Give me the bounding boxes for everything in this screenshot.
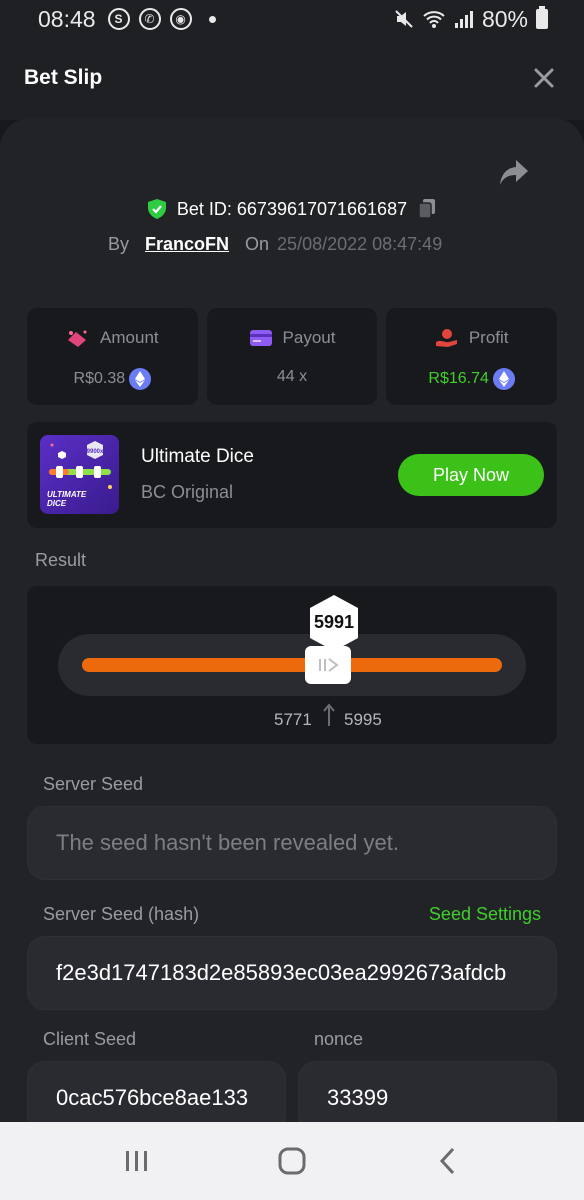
status-time: 08:48 xyxy=(38,5,96,32)
client-seed-field[interactable]: 0cac576bce8ae133 xyxy=(27,1061,286,1122)
copy-icon[interactable] xyxy=(417,198,437,220)
eth-icon xyxy=(492,368,515,390)
result-value: 5991 xyxy=(313,612,355,632)
home-icon xyxy=(278,1147,306,1175)
handle-grip-icon xyxy=(319,658,339,672)
profit-value: R$16.74 xyxy=(428,370,489,387)
share-icon[interactable] xyxy=(498,158,530,188)
server-hash-field[interactable]: f2e3d1747183d2e85893ec03ea2992673afdcb xyxy=(27,936,557,1010)
recent-apps-button[interactable] xyxy=(117,1141,157,1181)
nonce-field[interactable]: 33399 xyxy=(298,1061,557,1122)
skype-icon: S xyxy=(107,8,130,30)
seed-settings-link[interactable]: Seed Settings xyxy=(429,904,541,925)
by-label: By xyxy=(108,234,130,254)
server-hash-label: Server Seed (hash) xyxy=(43,904,200,924)
wifi-icon xyxy=(423,11,445,28)
battery-icon xyxy=(536,6,548,29)
amount-label: Amount xyxy=(100,328,159,347)
profit-card: Profit R$16.74 xyxy=(386,308,558,405)
bet-id-text: Bet ID: 66739617071661687 xyxy=(176,198,408,219)
svg-text:DICE: DICE xyxy=(47,499,67,508)
result-label: Result xyxy=(35,550,87,570)
bet-meta-row: By FrancoFN On 25/08/2022 08:47:49 xyxy=(108,234,442,255)
back-button[interactable] xyxy=(427,1141,467,1181)
server-seed-label: Server Seed xyxy=(43,774,144,794)
payout-value: 44 x xyxy=(276,368,308,385)
recent-apps-icon xyxy=(126,1151,148,1171)
game-thumbnail[interactable]: 9900x ULTIMATE DICE xyxy=(40,435,119,514)
payout-label: Payout xyxy=(282,328,336,347)
notification-dot-icon xyxy=(208,15,216,23)
battery-percent: 80% xyxy=(481,5,528,32)
bet-date: 25/08/2022 08:47:49 xyxy=(277,234,443,254)
svg-text:ULTIMATE: ULTIMATE xyxy=(47,490,87,499)
user-link[interactable]: FrancoFN xyxy=(145,234,229,255)
game-subtitle: BC Original xyxy=(141,482,234,502)
payout-card: Payout 44 x xyxy=(206,308,378,405)
ultimate-dice-logo: 9900x ULTIMATE DICE xyxy=(47,441,112,508)
eth-icon xyxy=(129,368,152,390)
game-name: Ultimate Dice xyxy=(141,446,254,467)
bet-slip-sheet: Bet ID: 66739617071661687 By FrancoFN On… xyxy=(0,118,584,1122)
nonce-label: nonce xyxy=(314,1029,364,1049)
amount-value: R$0.38 xyxy=(73,370,126,387)
app-icon: ◉ xyxy=(169,8,192,30)
shield-check-icon xyxy=(147,199,166,219)
result-panel: 5991 5771 5995 xyxy=(27,586,557,744)
bet-slip-header: Bet Slip xyxy=(0,38,584,120)
home-button[interactable] xyxy=(272,1141,312,1181)
signal-icon xyxy=(454,11,473,28)
page-title: Bet Slip xyxy=(24,66,103,89)
range-high: 5995 xyxy=(344,710,382,729)
result-track xyxy=(58,634,526,696)
mute-icon xyxy=(395,10,413,28)
close-icon[interactable] xyxy=(530,64,558,92)
bet-stats: Amount R$0.38 Payout 44 x Profit R$16.74 xyxy=(27,308,558,405)
result-bar xyxy=(82,658,502,672)
whatsapp-icon: ✆ xyxy=(138,8,161,30)
client-seed-label: Client Seed xyxy=(43,1029,137,1049)
profit-label: Profit xyxy=(468,328,509,347)
status-bar: 08:48 S ✆ ◉ 80% xyxy=(0,0,584,38)
on-label: On xyxy=(245,234,270,254)
amount-icon xyxy=(68,330,87,347)
thumb-badge: 9900x xyxy=(87,449,104,455)
bet-id-row: Bet ID: 66739617071661687 xyxy=(0,198,584,220)
slider-handle xyxy=(305,646,351,684)
range-low: 5771 xyxy=(274,710,312,729)
arrow-up-icon xyxy=(323,703,335,726)
payout-icon xyxy=(249,330,272,346)
game-card: 9900x ULTIMATE DICE Ultimate Dice BC Ori… xyxy=(27,422,557,528)
amount-card: Amount R$0.38 xyxy=(27,308,198,405)
play-now-button[interactable]: Play Now xyxy=(398,454,544,496)
server-seed-field[interactable]: The seed hasn't been revealed yet. xyxy=(27,806,557,880)
profit-icon xyxy=(435,329,457,347)
back-icon xyxy=(439,1147,454,1175)
system-nav-bar xyxy=(0,1122,584,1200)
